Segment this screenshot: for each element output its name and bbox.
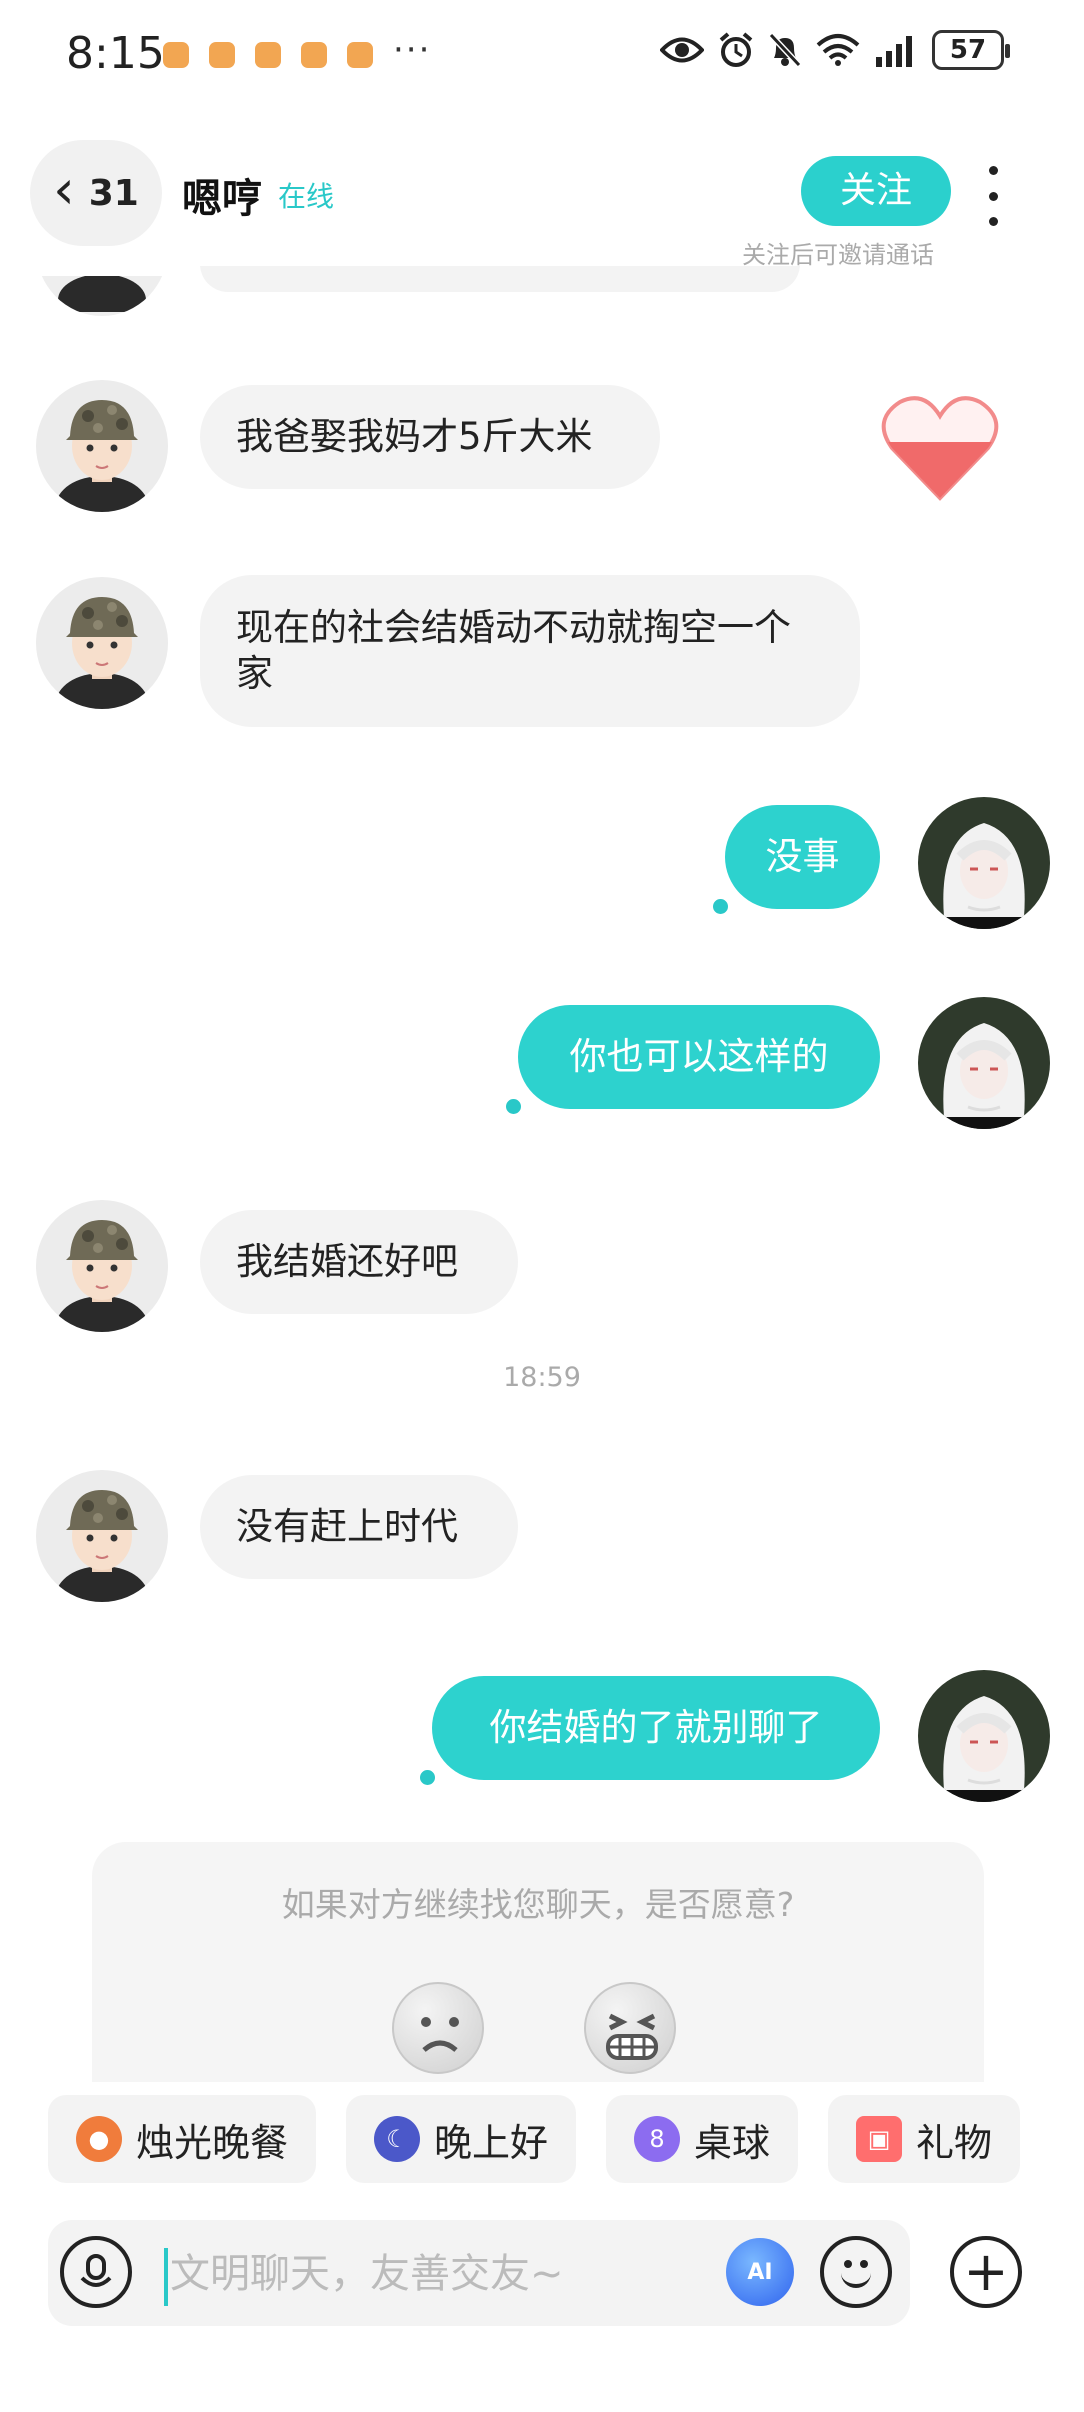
feedback-card: 如果对方继续找您聊天，是否愿意?	[92, 1842, 984, 2082]
wifi-icon	[816, 34, 860, 66]
contact-avatar[interactable]	[36, 380, 168, 512]
message-bubble[interactable]: 我爸娶我妈才5斤大米	[200, 385, 660, 489]
system-icons: 57	[660, 30, 1010, 70]
message-bubble[interactable]: 没事	[725, 805, 880, 909]
quick-action-gift[interactable]: ▣ 礼物	[828, 2095, 1021, 2183]
status-time: 8:15	[66, 28, 165, 79]
plus-icon[interactable]: +	[950, 2236, 1022, 2308]
more-options-icon[interactable]	[983, 166, 1003, 226]
message-timestamp: 18:59	[503, 1362, 581, 1393]
read-indicator-dot	[420, 1770, 435, 1785]
app-notification-icon	[347, 42, 373, 68]
app-notification-icon	[163, 42, 189, 68]
chat-screen: 8:15 ··· 57 ‹ 31 嗯哼 在线 关注 关注后可邀请通话 我爸娶我妈…	[0, 0, 1084, 2412]
dinner-icon: ●	[76, 2116, 122, 2162]
quick-action-label: 烛光晚餐	[136, 2120, 289, 2165]
quick-action-billiards[interactable]: 8 桌球	[606, 2095, 799, 2183]
grin-face-icon[interactable]	[584, 1982, 676, 2074]
quick-action-good-evening[interactable]: ☾ 晚上好	[346, 2095, 577, 2183]
emoji-icon[interactable]	[820, 2236, 892, 2308]
signal-icon	[876, 36, 912, 67]
message-input[interactable]	[170, 2242, 590, 2306]
contact-avatar[interactable]	[36, 1470, 168, 1602]
gift-icon: ▣	[856, 2116, 903, 2162]
my-avatar[interactable]	[918, 997, 1050, 1129]
alarm-icon	[719, 32, 753, 67]
quick-action-dinner[interactable]: ● 烛光晚餐	[48, 2095, 317, 2183]
message-bubble[interactable]: 我结婚还好吧	[200, 1210, 518, 1314]
quick-action-label: 晚上好	[434, 2120, 549, 2165]
chevron-left-icon: ‹	[53, 158, 75, 221]
follow-hint: 关注后可邀请通话	[742, 241, 934, 269]
unread-count: 31	[88, 172, 139, 214]
back-button[interactable]: ‹ 31	[30, 140, 162, 246]
quick-action-label: 礼物	[916, 2120, 993, 2165]
contact-name[interactable]: 嗯哼	[182, 166, 262, 224]
read-indicator-dot	[506, 1099, 521, 1114]
contact-avatar[interactable]	[36, 577, 168, 709]
app-notification-icon	[255, 42, 281, 68]
mute-icon	[768, 32, 802, 68]
text-caret	[164, 2248, 168, 2306]
status-bar: 8:15 ··· 57	[0, 0, 1084, 110]
ai-assistant-icon[interactable]: AI	[726, 2238, 794, 2306]
chat-header: ‹ 31 嗯哼 在线 关注 关注后可邀请通话	[0, 130, 1084, 280]
my-avatar[interactable]	[918, 1670, 1050, 1802]
my-avatar[interactable]	[918, 797, 1050, 929]
sad-face-icon[interactable]	[392, 1982, 484, 2074]
notification-icons	[163, 42, 373, 68]
message-bubble[interactable]: 没有赶上时代	[200, 1475, 518, 1579]
message-bubble[interactable]: 现在的社会结婚动不动就掏空一个家	[200, 575, 860, 727]
message-bubble[interactable]: 你也可以这样的	[518, 1005, 880, 1109]
follow-button[interactable]: 关注	[801, 156, 951, 226]
app-notification-icon	[301, 42, 327, 68]
eye-icon	[660, 37, 704, 63]
quick-actions: ● 烛光晚餐 ☾ 晚上好 8 桌球 ▣ 礼物	[48, 2095, 1084, 2185]
quick-action-label: 桌球	[694, 2120, 771, 2165]
contact-avatar[interactable]	[36, 1200, 168, 1332]
feedback-question: 如果对方继续找您聊天，是否愿意?	[281, 1885, 795, 1924]
read-indicator-dot	[713, 899, 728, 914]
app-notification-icon	[209, 42, 235, 68]
battery-icon: 57	[932, 30, 1010, 70]
voice-icon[interactable]	[60, 2236, 132, 2308]
billiard-ball-icon: 8	[634, 2116, 681, 2162]
moon-icon: ☾	[374, 2116, 421, 2162]
more-notifications-icon: ···	[393, 30, 432, 70]
message-input-bar: AI	[48, 2220, 910, 2326]
heart-icon[interactable]	[880, 390, 1000, 505]
online-status: 在线	[278, 180, 335, 213]
message-bubble[interactable]: 你结婚的了就别聊了	[432, 1676, 880, 1780]
